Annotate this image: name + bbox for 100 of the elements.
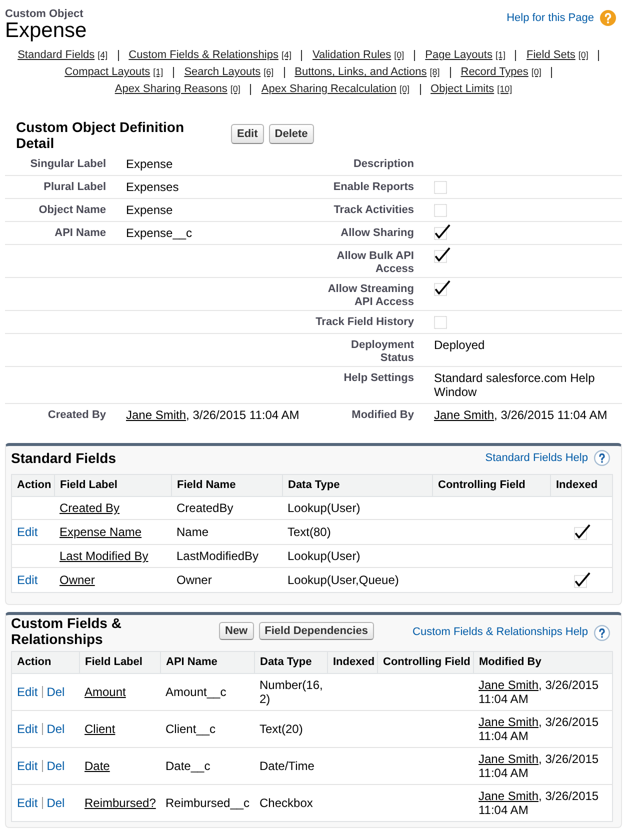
page-title: Expense <box>5 21 87 41</box>
help-icon <box>600 10 616 26</box>
object-type-label: Custom Object <box>5 8 84 21</box>
field-label: Allow Streaming API Access <box>328 283 414 308</box>
toolbar-button[interactable]: Delete <box>268 124 314 144</box>
related-list-link[interactable]: Custom Fields & Relationships [4] <box>128 47 292 64</box>
table-cell: LastModifiedBy <box>176 549 259 563</box>
field-label-link[interactable]: Date <box>84 759 110 773</box>
action-link[interactable]: Del <box>46 722 65 736</box>
field-value: Expense <box>126 157 173 171</box>
field-label: Help Settings <box>344 372 414 384</box>
field-label: Deployment Status <box>351 339 414 364</box>
action-link[interactable]: Del <box>46 685 65 699</box>
user-timestamp-text: Jane Smith, 3/26/2015 11:04 AM <box>434 408 608 422</box>
field-label: Allow Bulk API Access <box>336 250 414 275</box>
field-label-link[interactable]: Created By <box>60 501 120 515</box>
help-link[interactable]: Custom Fields & Relationships Help <box>412 624 610 640</box>
action-link[interactable]: Edit <box>17 685 38 699</box>
field-label-link[interactable]: Amount <box>84 685 126 699</box>
related-list-link[interactable]: Record Types [0] <box>460 64 542 81</box>
column-header: Controlling Field <box>378 652 474 674</box>
section-title: Custom Fields & Relationships <box>11 615 122 647</box>
related-list-link[interactable]: Page Layouts [1] <box>425 47 506 64</box>
user-timestamp-text: Jane Smith, 3/26/2015 11:04 AM <box>478 789 599 817</box>
toolbar-button[interactable]: Edit <box>231 124 264 144</box>
table-cell: CreatedBy <box>176 501 234 515</box>
table-cell: Date__c <box>166 759 210 773</box>
column-header: Action <box>12 652 80 674</box>
related-list-link[interactable]: Search Layouts [6] <box>184 64 274 81</box>
related-list-link[interactable]: Validation Rules [0] <box>312 47 404 64</box>
field-label: Singular Label <box>30 158 106 170</box>
user-timestamp-text: Jane Smith, 3/26/2015 11:04 AM <box>478 678 599 706</box>
field-label-link[interactable]: Client <box>84 722 116 736</box>
field-label: Description <box>353 158 414 170</box>
field-label-link[interactable]: Reimbursed? <box>84 796 156 810</box>
field-label: Track Field History <box>316 316 414 328</box>
table-cell: Reimbursed__c <box>166 796 250 810</box>
user-link[interactable]: Jane Smith <box>434 408 494 422</box>
field-label: Plural Label <box>44 181 106 193</box>
action-link[interactable]: Del <box>46 759 65 773</box>
action-link[interactable]: Edit <box>17 722 38 736</box>
field-label: Track Activities <box>334 204 414 216</box>
toolbar-button[interactable]: Field Dependencies <box>258 622 374 640</box>
column-header: Data Type <box>254 652 328 674</box>
section-title: Standard Fields <box>11 450 118 466</box>
action-link[interactable]: Edit <box>17 525 38 539</box>
action-link[interactable]: Edit <box>17 573 38 587</box>
related-list-link[interactable]: Object Limits [10] <box>430 81 512 98</box>
user-link[interactable]: Jane Smith <box>478 752 539 766</box>
user-timestamp-text: Jane Smith, 3/26/2015 11:04 AM <box>478 715 599 743</box>
field-value: Expense__c <box>126 226 192 240</box>
user-link[interactable]: Jane Smith <box>126 408 186 422</box>
action-link[interactable]: Edit <box>17 759 38 773</box>
related-list-link[interactable]: Field Sets [0] <box>526 47 588 64</box>
table-cell: Owner <box>176 573 212 587</box>
user-link[interactable]: Jane Smith <box>478 715 539 729</box>
field-value: Expense <box>126 203 173 217</box>
related-list-link[interactable]: Apex Sharing Recalculation [0] <box>261 81 410 98</box>
field-label: Allow Sharing <box>340 227 414 239</box>
section-title: Custom Object Definition Detail <box>16 119 185 151</box>
field-label-link[interactable]: Last Modified By <box>60 549 148 563</box>
field-label: Created By <box>48 409 106 421</box>
field-label: Enable Reports <box>333 181 414 193</box>
table-cell: Client__c <box>166 722 216 736</box>
table-cell: Lookup(User,Queue) <box>288 573 399 587</box>
toolbar-button[interactable]: New <box>219 622 254 640</box>
field-label: API Name <box>54 227 106 239</box>
table-cell: Text(20) <box>260 722 303 736</box>
column-header: Indexed <box>550 474 612 496</box>
user-timestamp-text: Jane Smith, 3/26/2015 11:04 AM <box>478 752 599 780</box>
column-header: API Name <box>160 652 254 674</box>
help-icon <box>594 624 610 640</box>
column-header: Data Type <box>282 474 432 496</box>
help-link[interactable]: Standard Fields Help <box>485 450 610 466</box>
user-link[interactable]: Jane Smith <box>478 678 539 692</box>
help-icon <box>594 450 610 466</box>
action-link[interactable]: Del <box>46 796 65 810</box>
table-cell: Date/Time <box>260 759 314 773</box>
related-list-link[interactable]: Buttons, Links, and Actions [8] <box>294 64 440 81</box>
user-link[interactable]: Jane Smith <box>478 789 539 803</box>
user-timestamp-text: Jane Smith, 3/26/2015 11:04 AM <box>126 408 300 422</box>
related-list-link[interactable]: Standard Fields [4] <box>18 47 108 64</box>
table-cell: Lookup(User) <box>288 501 360 515</box>
help-link[interactable]: Help for this Page <box>506 10 616 26</box>
related-list-link[interactable]: Apex Sharing Reasons [0] <box>114 81 240 98</box>
action-link[interactable]: Edit <box>17 796 38 810</box>
column-header: Action <box>12 474 54 496</box>
field-label: Modified By <box>352 409 414 421</box>
column-header: Modified By <box>474 652 612 674</box>
table-cell: Name <box>176 525 209 539</box>
field-value: Expenses <box>126 180 179 194</box>
related-list-link[interactable]: Compact Layouts [1] <box>64 64 164 81</box>
column-header: Indexed <box>328 652 378 674</box>
column-header: Field Name <box>172 474 282 496</box>
table-cell: Number(16, 2) <box>260 678 323 706</box>
field-value: Standard salesforce.com Help Window <box>434 371 595 399</box>
table-cell: Amount__c <box>166 685 226 699</box>
field-label-link[interactable]: Expense Name <box>60 525 142 539</box>
field-label: Object Name <box>38 204 106 216</box>
field-label-link[interactable]: Owner <box>60 573 95 587</box>
